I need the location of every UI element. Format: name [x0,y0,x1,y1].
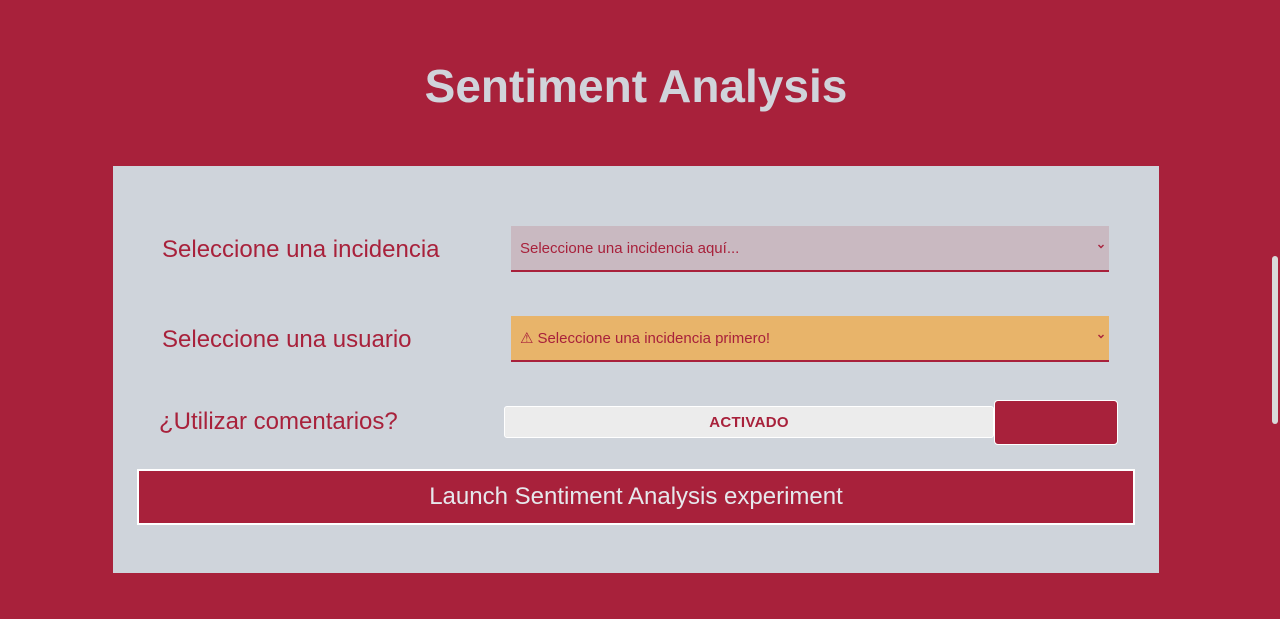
form-panel: Seleccione una incidencia Seleccione una… [113,166,1159,573]
usuario-label: Seleccione una usuario [162,326,412,353]
warning-icon: ⚠ [520,330,534,347]
usuario-select-value: Seleccione una incidencia primero! [537,329,771,347]
incidencia-label: Seleccione una incidencia [162,236,440,263]
comentarios-label: ¿Utilizar comentarios? [159,408,398,435]
toggle-knob[interactable] [994,400,1118,445]
launch-experiment-button[interactable]: Launch Sentiment Analysis experiment [137,469,1135,525]
incidencia-select[interactable]: Seleccione una incidencia aquí... [511,226,1109,272]
incidencia-select-value: Seleccione una incidencia aquí... [520,239,740,257]
chevron-down-icon [1098,244,1104,249]
toggle-state-label: ACTIVADO [709,413,789,431]
page-title: Sentiment Analysis [424,60,848,112]
chevron-down-icon [1098,334,1104,339]
usuario-select[interactable]: ⚠ Seleccione una incidencia primero! [511,316,1109,362]
comentarios-toggle[interactable]: ACTIVADO [504,406,994,438]
scrollbar[interactable] [1272,256,1278,424]
page: Sentiment Analysis Seleccione una incide… [0,0,1280,619]
